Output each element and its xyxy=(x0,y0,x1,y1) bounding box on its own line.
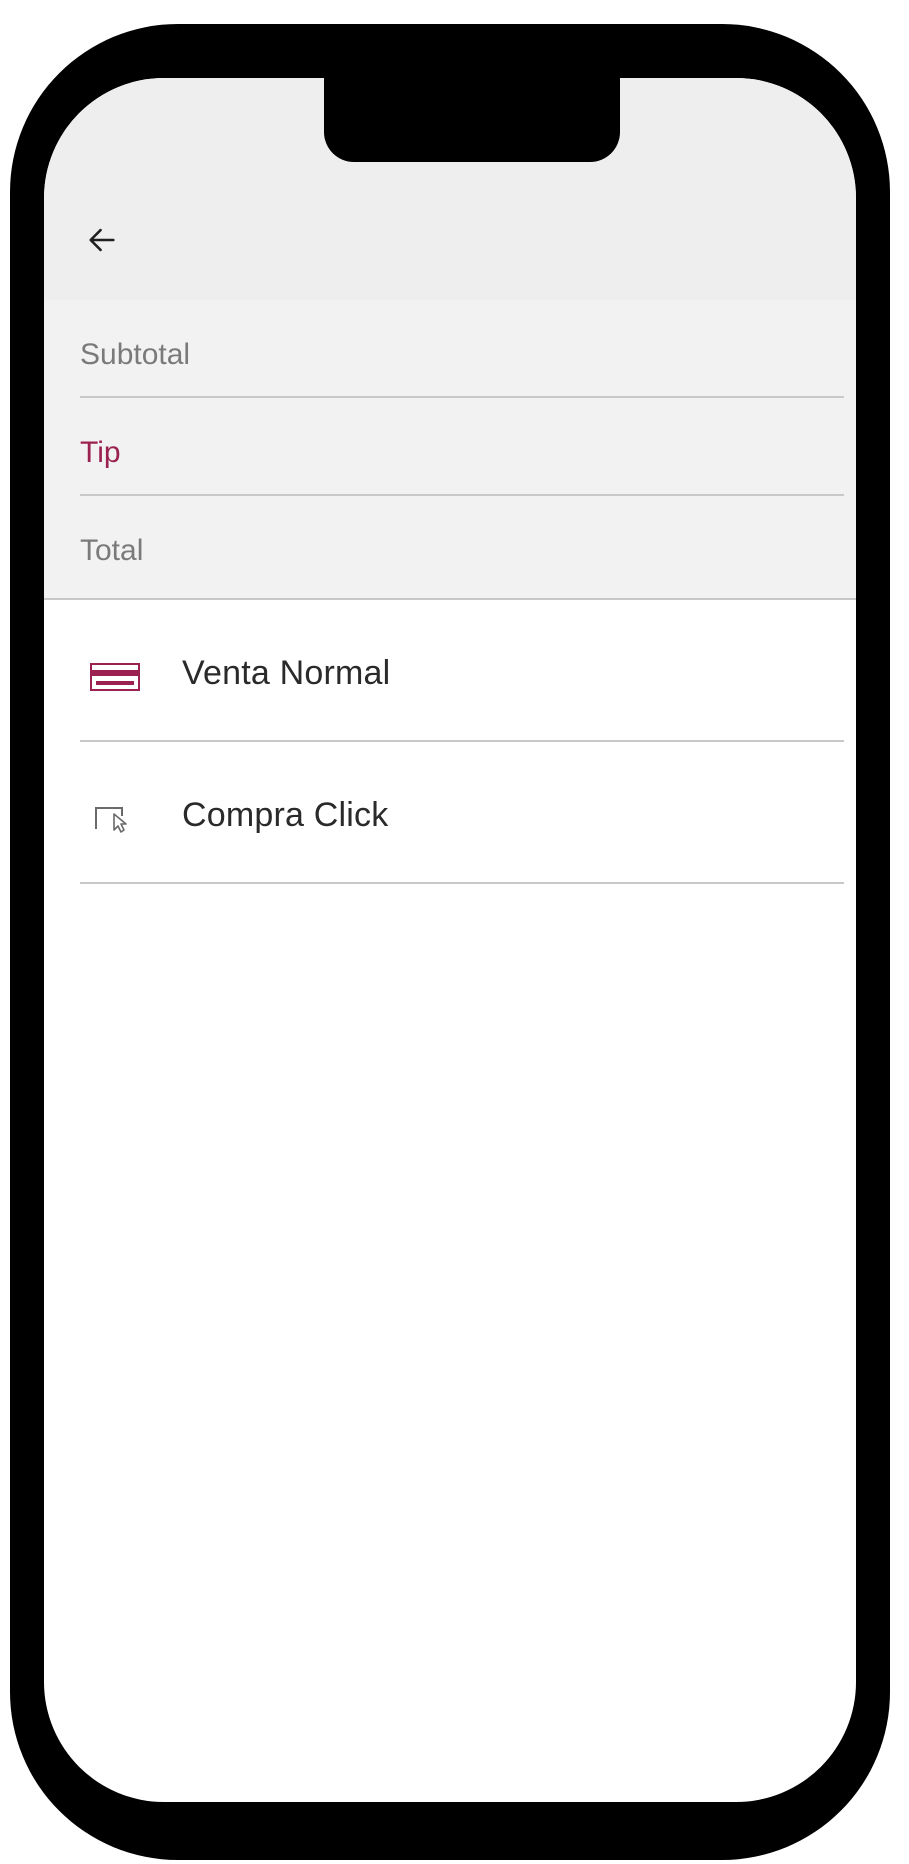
option-label: Compra Click xyxy=(182,796,389,834)
payment-option-list: Venta Normal Compra Click xyxy=(80,600,844,884)
cursor-click-icon xyxy=(95,807,127,833)
amount-section: Subtotal Tip Total xyxy=(44,300,856,600)
card-icon xyxy=(90,663,140,691)
total-field[interactable]: Total xyxy=(80,496,844,594)
option-label: Venta Normal xyxy=(182,654,391,692)
option-venta-normal[interactable]: Venta Normal xyxy=(80,600,844,742)
subtotal-field[interactable]: Subtotal xyxy=(80,300,844,398)
arrow-left-icon xyxy=(89,228,115,252)
back-button[interactable] xyxy=(78,216,126,264)
tip-field[interactable]: Tip xyxy=(80,398,844,496)
tip-label: Tip xyxy=(80,436,121,469)
option-compra-click[interactable]: Compra Click xyxy=(80,742,844,884)
phone-screen: Subtotal Tip Total Venta Normal Compra C… xyxy=(44,78,856,1802)
total-label: Total xyxy=(80,534,144,567)
phone-frame: Subtotal Tip Total Venta Normal Compra C… xyxy=(10,24,890,1860)
phone-notch xyxy=(324,78,620,162)
subtotal-label: Subtotal xyxy=(80,338,191,371)
